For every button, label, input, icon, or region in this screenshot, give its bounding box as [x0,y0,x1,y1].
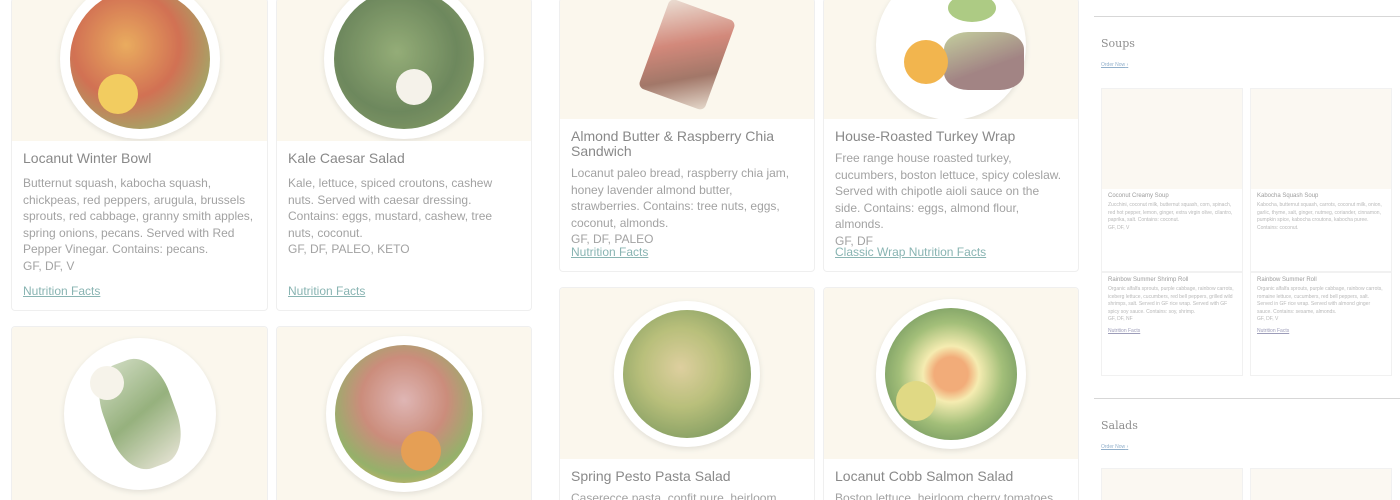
mini-card-description: Zucchini, coconut milk, butternut squash… [1108,202,1233,231]
food-photo [277,0,531,141]
mini-card[interactable]: Rainbow Summer Roll Organic alfalfa spro… [1250,272,1392,376]
food-photo [12,327,267,500]
card-title: Locanut Cobb Salmon Salad [835,468,1014,484]
menu-card[interactable]: Kale Caesar Salad Kale, lettuce, spiced … [276,0,532,311]
mini-card-title: Kabocha Squash Soup [1257,193,1319,199]
food-photo [1251,89,1391,189]
food-photo [1102,89,1242,189]
card-title: Kale Caesar Salad [288,150,405,166]
chevron-right-icon: › [1126,444,1129,450]
mini-card-title: Coconut Creamy Soup [1108,193,1169,199]
divider [1094,16,1400,17]
order-now-link[interactable]: Order Now › [1101,62,1128,68]
food-photo [1102,469,1242,500]
mini-card[interactable]: Kabocha Squash Soup Kabocha, butternut s… [1250,88,1392,272]
menu-preview-panel: Soups Order Now › Coconut Creamy Soup Zu… [1094,0,1400,500]
section-title-soups: Soups [1101,37,1135,50]
mini-card-description: Organic alfalfa sprouts, purple cabbage,… [1108,286,1234,322]
mini-card[interactable] [1101,468,1243,500]
sandwich-image [637,0,737,111]
classic-wrap-nutrition-facts-link[interactable]: Classic Wrap Nutrition Facts [835,245,986,259]
nutrition-facts-link[interactable]: Nutrition Facts [23,284,100,298]
card-description: Locanut paleo bread, raspberry chia jam,… [571,166,790,246]
nutrition-facts-link[interactable]: Nutrition Facts [571,245,648,259]
chevron-right-icon: › [1126,62,1129,68]
card-title: Spring Pesto Pasta Salad [571,468,731,484]
card-title: Locanut Winter Bowl [23,150,152,166]
menu-card[interactable]: Locanut Cobb Salmon Salad Boston lettuce… [823,287,1079,500]
card-title: Almond Butter & Raspberry Chia Sandwich [571,128,775,159]
nutrition-facts-link[interactable]: Nutrition Facts [1251,328,1391,334]
mini-card[interactable]: Rainbow Summer Shrimp Roll Organic alfal… [1101,272,1243,376]
section-title-salads: Salads [1101,419,1138,432]
mini-card-description: Organic alfalfa sprouts, purple cabbage,… [1257,286,1383,322]
mini-card[interactable]: Coconut Creamy Soup Zucchini, coconut mi… [1101,88,1243,272]
menu-card[interactable] [11,326,268,500]
card-description: Caserecce pasta, confit pure, heirloom [571,491,777,500]
food-photo [560,288,814,459]
divider [1094,398,1400,399]
card-title: House-Roasted Turkey Wrap [835,128,1016,144]
food-photo [824,288,1078,459]
menu-card[interactable]: Locanut Winter Bowl Butternut squash, ka… [11,0,268,311]
mini-card-description: Kabocha, butternut squash, carrots, coco… [1257,202,1382,231]
menu-card[interactable]: House-Roasted Turkey Wrap Free range hou… [823,0,1079,272]
card-description: Kale, lettuce, spiced croutons, cashew n… [288,176,493,256]
menu-card[interactable]: Spring Pesto Pasta Salad Caserecce pasta… [559,287,815,500]
menu-card[interactable]: Almond Butter & Raspberry Chia Sandwich … [559,0,815,272]
food-photo [824,0,1078,119]
card-description: Free range house roasted turkey, cucumbe… [835,151,1062,248]
order-now-link[interactable]: Order Now › [1101,444,1128,450]
menu-card[interactable] [276,326,532,500]
mini-card[interactable] [1250,468,1392,500]
mini-card-title: Rainbow Summer Shrimp Roll [1108,277,1189,283]
nutrition-facts-link[interactable]: Nutrition Facts [1102,328,1242,334]
food-photo [560,0,814,119]
nutrition-facts-link[interactable]: Nutrition Facts [288,284,365,298]
mini-card-title: Rainbow Summer Roll [1257,277,1317,283]
food-photo [1251,469,1391,500]
card-description: Boston lettuce, heirloom cherry tomatoes… [835,491,1057,500]
food-photo [12,0,267,141]
food-photo [277,327,531,500]
card-description: Butternut squash, kabocha squash, chickp… [23,176,254,273]
